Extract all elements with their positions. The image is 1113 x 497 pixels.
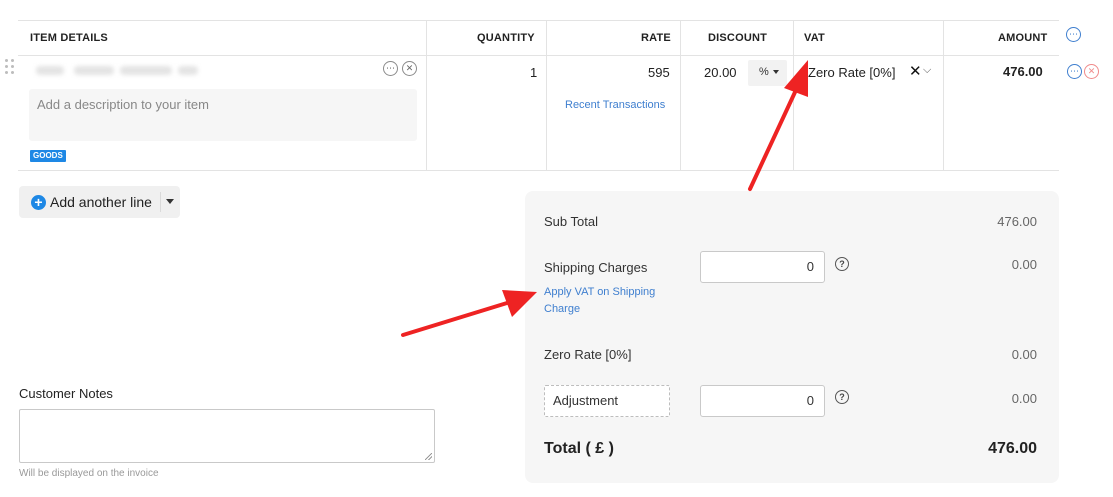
annotation-arrow-shipping <box>401 290 537 337</box>
annotation-arrows <box>401 60 808 337</box>
annotation-arrow-vat <box>748 60 808 191</box>
